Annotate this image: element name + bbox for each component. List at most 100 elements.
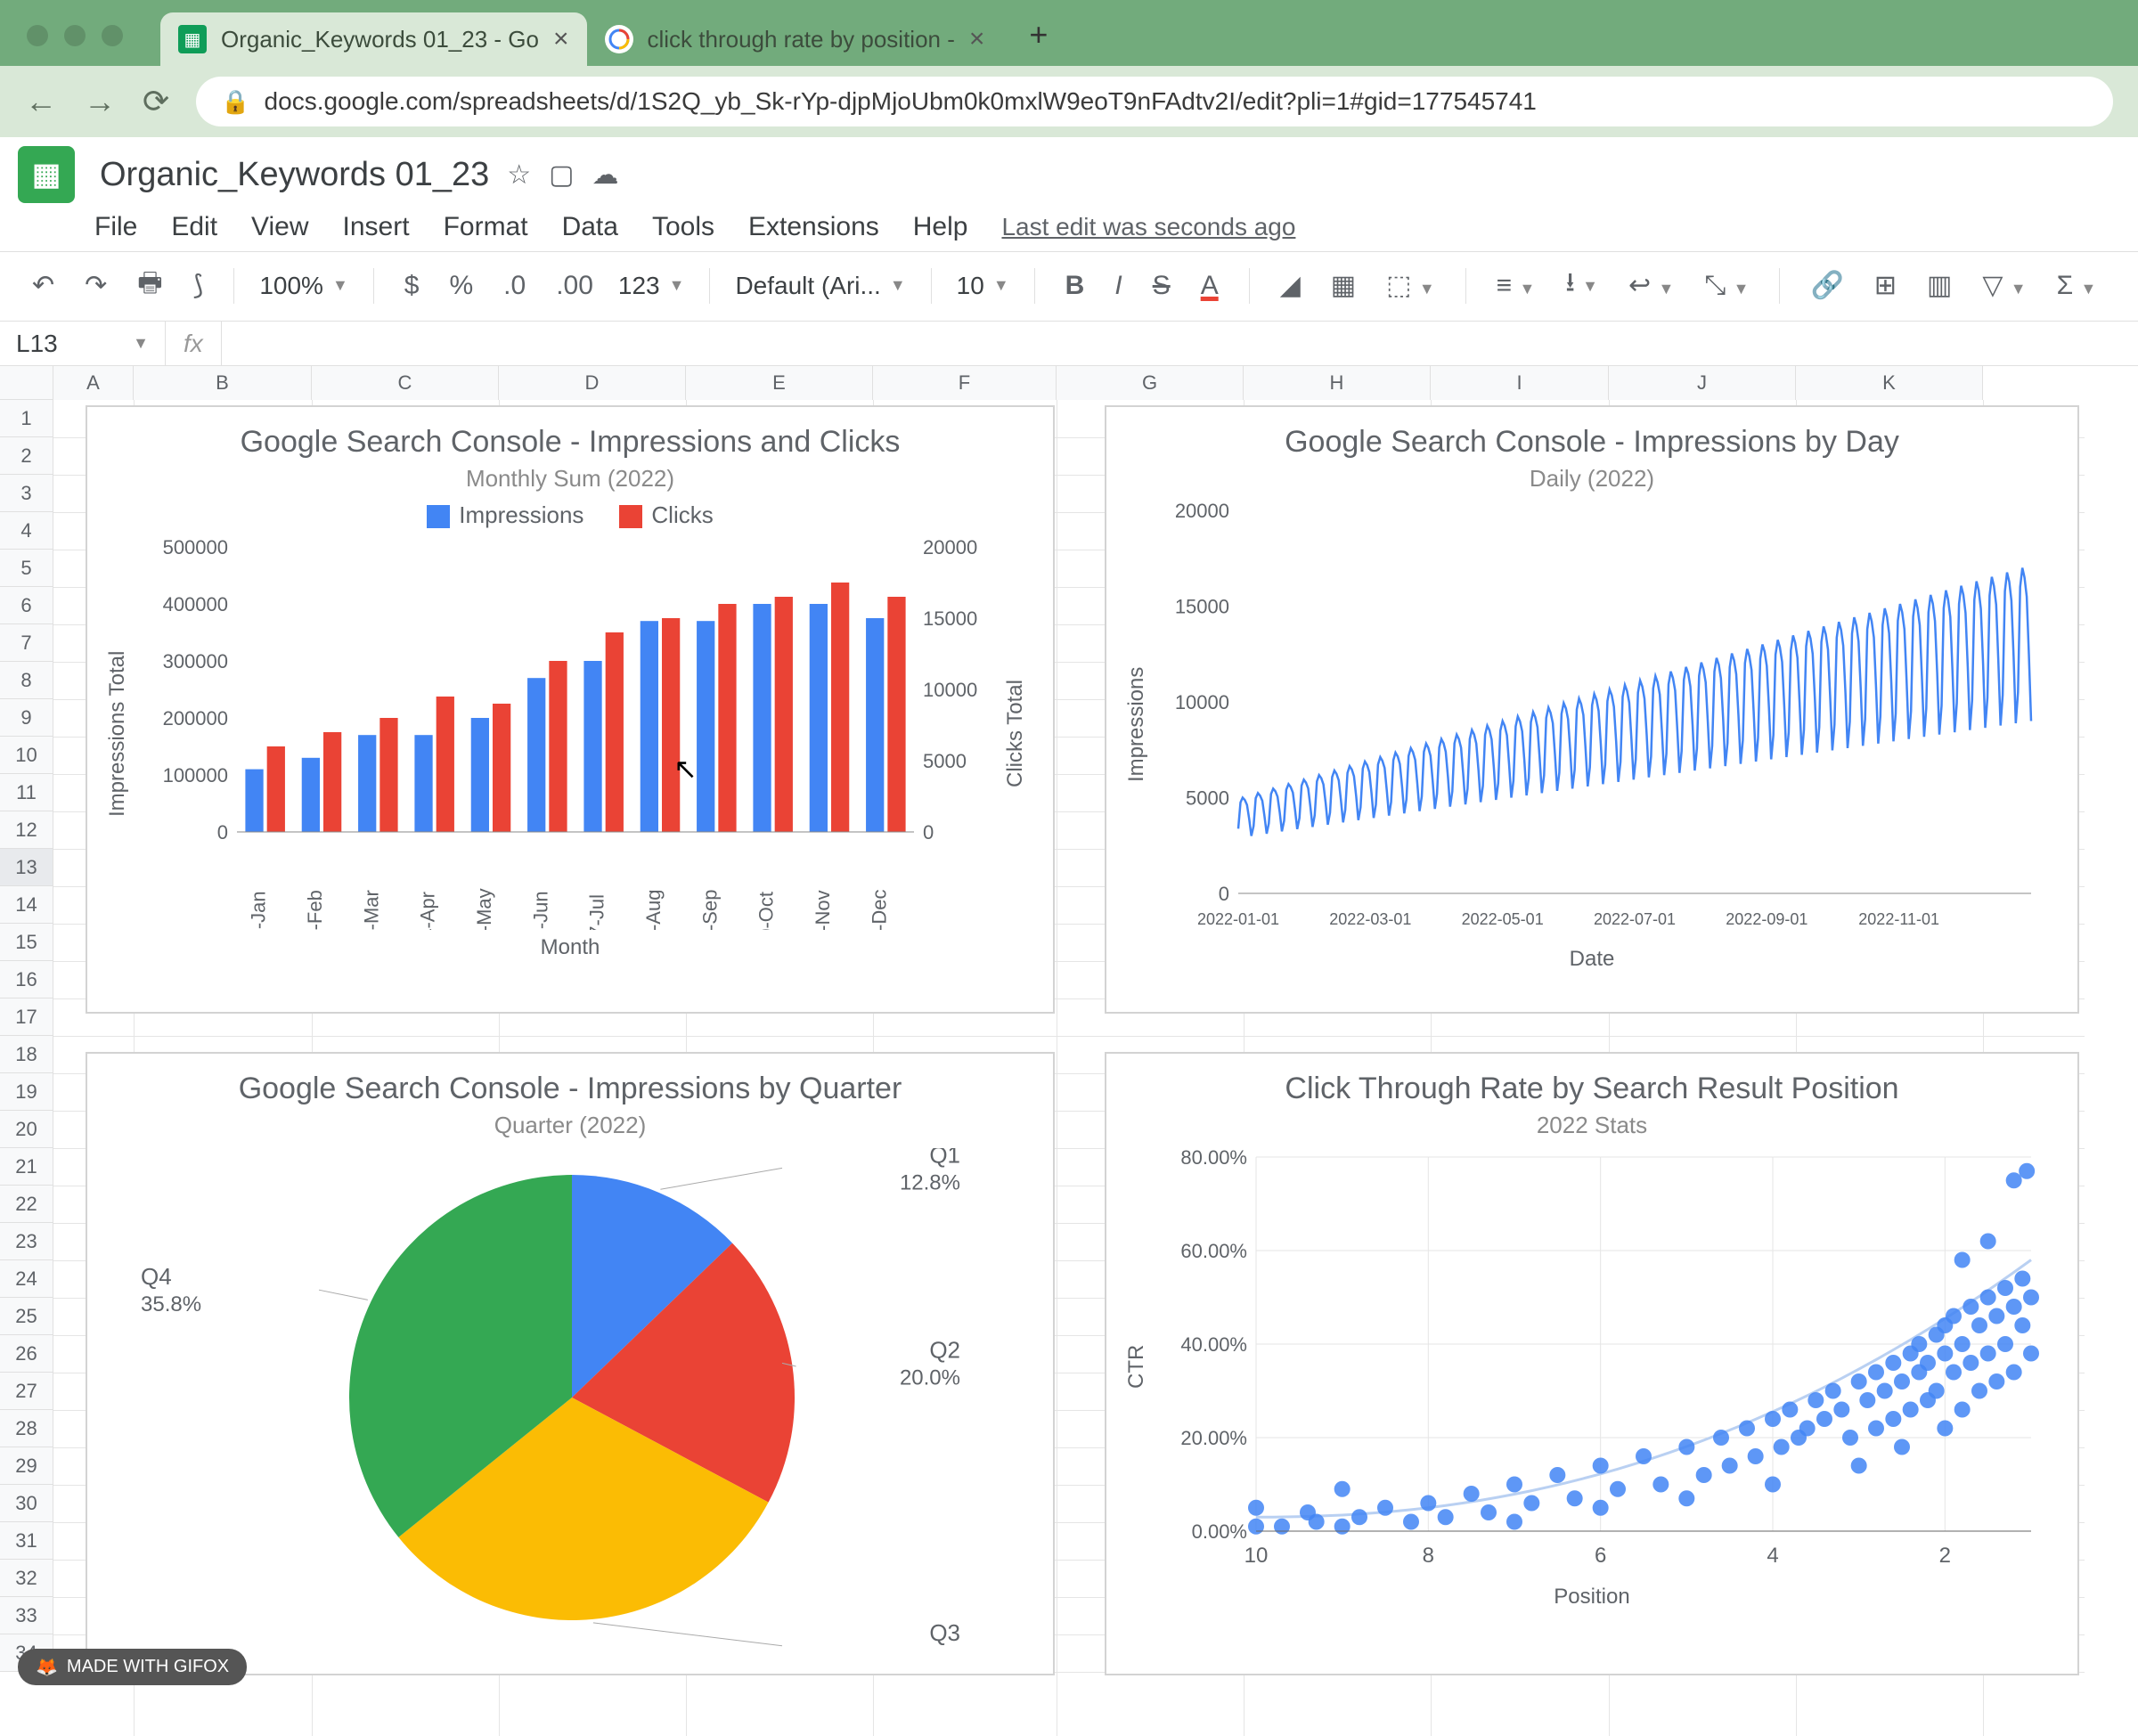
select-all-corner[interactable] — [0, 366, 53, 400]
row-header-26[interactable]: 26 — [0, 1335, 53, 1373]
row-header-20[interactable]: 20 — [0, 1111, 53, 1148]
row-header-29[interactable]: 29 — [0, 1447, 53, 1485]
row-header-19[interactable]: 19 — [0, 1073, 53, 1111]
menu-extensions[interactable]: Extensions — [748, 212, 879, 242]
spreadsheet-grid[interactable]: 1234567891011121314151617181920212223242… — [0, 400, 2138, 1736]
address-bar[interactable]: 🔒 docs.google.com/spreadsheets/d/1S2Q_yb… — [196, 77, 2113, 126]
functions-button[interactable]: Σ ▼ — [2052, 267, 2102, 305]
chart-impressions-clicks[interactable]: Google Search Console - Impressions and … — [86, 405, 1055, 1014]
menu-view[interactable]: View — [251, 212, 308, 242]
row-header-8[interactable]: 8 — [0, 662, 53, 699]
maximize-window-button[interactable] — [102, 25, 123, 46]
new-tab-button[interactable]: + — [1029, 16, 1048, 53]
column-header-D[interactable]: D — [499, 366, 686, 400]
cloud-status-icon[interactable]: ☁ — [592, 159, 619, 191]
print-button[interactable]: 🖶 — [132, 259, 167, 312]
menu-tools[interactable]: Tools — [652, 212, 714, 242]
paint-format-button[interactable]: ⟆ — [188, 266, 209, 305]
row-header-11[interactable]: 11 — [0, 774, 53, 811]
row-header-28[interactable]: 28 — [0, 1410, 53, 1447]
column-header-F[interactable]: F — [873, 366, 1057, 400]
row-header-4[interactable]: 4 — [0, 512, 53, 550]
column-header-B[interactable]: B — [134, 366, 312, 400]
row-header-16[interactable]: 16 — [0, 961, 53, 998]
star-icon[interactable]: ☆ — [507, 159, 531, 191]
row-header-2[interactable]: 2 — [0, 437, 53, 475]
row-header-18[interactable]: 18 — [0, 1036, 53, 1073]
italic-button[interactable]: I — [1109, 267, 1127, 305]
column-header-A[interactable]: A — [53, 366, 134, 400]
back-button[interactable]: ← — [25, 83, 57, 120]
currency-button[interactable]: $ — [399, 267, 425, 305]
chart-impressions-by-quarter[interactable]: Google Search Console - Impressions by Q… — [86, 1052, 1055, 1675]
redo-button[interactable]: ↷ — [79, 266, 112, 305]
row-header-3[interactable]: 3 — [0, 475, 53, 512]
menu-insert[interactable]: Insert — [343, 212, 410, 242]
move-icon[interactable]: ▢ — [549, 159, 574, 191]
text-color-button[interactable]: A — [1195, 267, 1224, 305]
row-header-7[interactable]: 7 — [0, 624, 53, 662]
bold-button[interactable]: B — [1060, 267, 1090, 305]
row-header-13[interactable]: 13 — [0, 849, 53, 886]
menu-format[interactable]: Format — [444, 212, 528, 242]
sheets-logo-icon[interactable]: ▦ — [18, 146, 75, 203]
formula-input[interactable] — [221, 322, 2138, 365]
column-header-I[interactable]: I — [1431, 366, 1609, 400]
row-header-30[interactable]: 30 — [0, 1485, 53, 1522]
document-title[interactable]: Organic_Keywords 01_23 — [100, 156, 489, 194]
row-header-25[interactable]: 25 — [0, 1298, 53, 1335]
column-header-J[interactable]: J — [1609, 366, 1796, 400]
font-size-select[interactable]: 10▼ — [957, 272, 1009, 300]
chart-ctr-by-position[interactable]: Click Through Rate by Search Result Posi… — [1105, 1052, 2079, 1675]
column-header-E[interactable]: E — [686, 366, 873, 400]
menu-data[interactable]: Data — [562, 212, 618, 242]
column-header-K[interactable]: K — [1796, 366, 1983, 400]
row-header-5[interactable]: 5 — [0, 550, 53, 587]
row-header-15[interactable]: 15 — [0, 924, 53, 961]
column-header-C[interactable]: C — [312, 366, 499, 400]
row-header-31[interactable]: 31 — [0, 1522, 53, 1560]
menu-help[interactable]: Help — [913, 212, 968, 242]
chart-impressions-by-day[interactable]: Google Search Console - Impressions by D… — [1105, 405, 2079, 1014]
borders-button[interactable]: ▦ — [1326, 266, 1361, 305]
zoom-select[interactable]: 100%▼ — [259, 272, 347, 300]
strikethrough-button[interactable]: S — [1147, 267, 1176, 305]
filter-button[interactable]: ▽ ▼ — [1977, 266, 2031, 305]
column-header-G[interactable]: G — [1057, 366, 1244, 400]
insert-link-button[interactable]: 🔗 — [1805, 266, 1848, 305]
row-header-23[interactable]: 23 — [0, 1223, 53, 1260]
merge-cells-button[interactable]: ⬚ ▼ — [1381, 266, 1440, 305]
close-tab-icon[interactable]: × — [969, 24, 985, 54]
row-header-21[interactable]: 21 — [0, 1148, 53, 1186]
insert-comment-button[interactable]: ⊞ — [1869, 266, 1902, 305]
row-header-17[interactable]: 17 — [0, 998, 53, 1036]
row-header-14[interactable]: 14 — [0, 886, 53, 924]
row-header-1[interactable]: 1 — [0, 400, 53, 437]
close-tab-icon[interactable]: × — [553, 24, 569, 54]
row-header-24[interactable]: 24 — [0, 1260, 53, 1298]
number-format-select[interactable]: 123▼ — [618, 272, 685, 300]
reload-button[interactable]: ⟳ — [143, 83, 169, 120]
font-family-select[interactable]: Default (Ari...▼ — [735, 272, 905, 300]
row-header-27[interactable]: 27 — [0, 1373, 53, 1410]
menu-edit[interactable]: Edit — [171, 212, 217, 242]
percent-button[interactable]: % — [444, 267, 478, 305]
insert-chart-button[interactable]: ▥ — [1922, 266, 1957, 305]
minimize-window-button[interactable] — [64, 25, 86, 46]
row-header-6[interactable]: 6 — [0, 587, 53, 624]
close-window-button[interactable] — [27, 25, 48, 46]
undo-button[interactable]: ↶ — [27, 266, 60, 305]
vertical-align-button[interactable]: ⭳ ▼ — [1560, 259, 1604, 312]
row-header-32[interactable]: 32 — [0, 1560, 53, 1597]
browser-tab-inactive[interactable]: click through rate by position - × — [587, 12, 1003, 66]
text-wrap-button[interactable]: ↩ ▼ — [1623, 266, 1679, 305]
horizontal-align-button[interactable]: ≡ ▼ — [1491, 267, 1541, 305]
row-header-22[interactable]: 22 — [0, 1186, 53, 1223]
text-rotation-button[interactable]: ⤡ ▼ — [1699, 267, 1754, 305]
column-header-H[interactable]: H — [1244, 366, 1431, 400]
row-header-33[interactable]: 33 — [0, 1597, 53, 1634]
last-edit-link[interactable]: Last edit was seconds ago — [1001, 213, 1295, 241]
forward-button[interactable]: → — [84, 83, 116, 120]
row-header-9[interactable]: 9 — [0, 699, 53, 737]
row-header-10[interactable]: 10 — [0, 737, 53, 774]
